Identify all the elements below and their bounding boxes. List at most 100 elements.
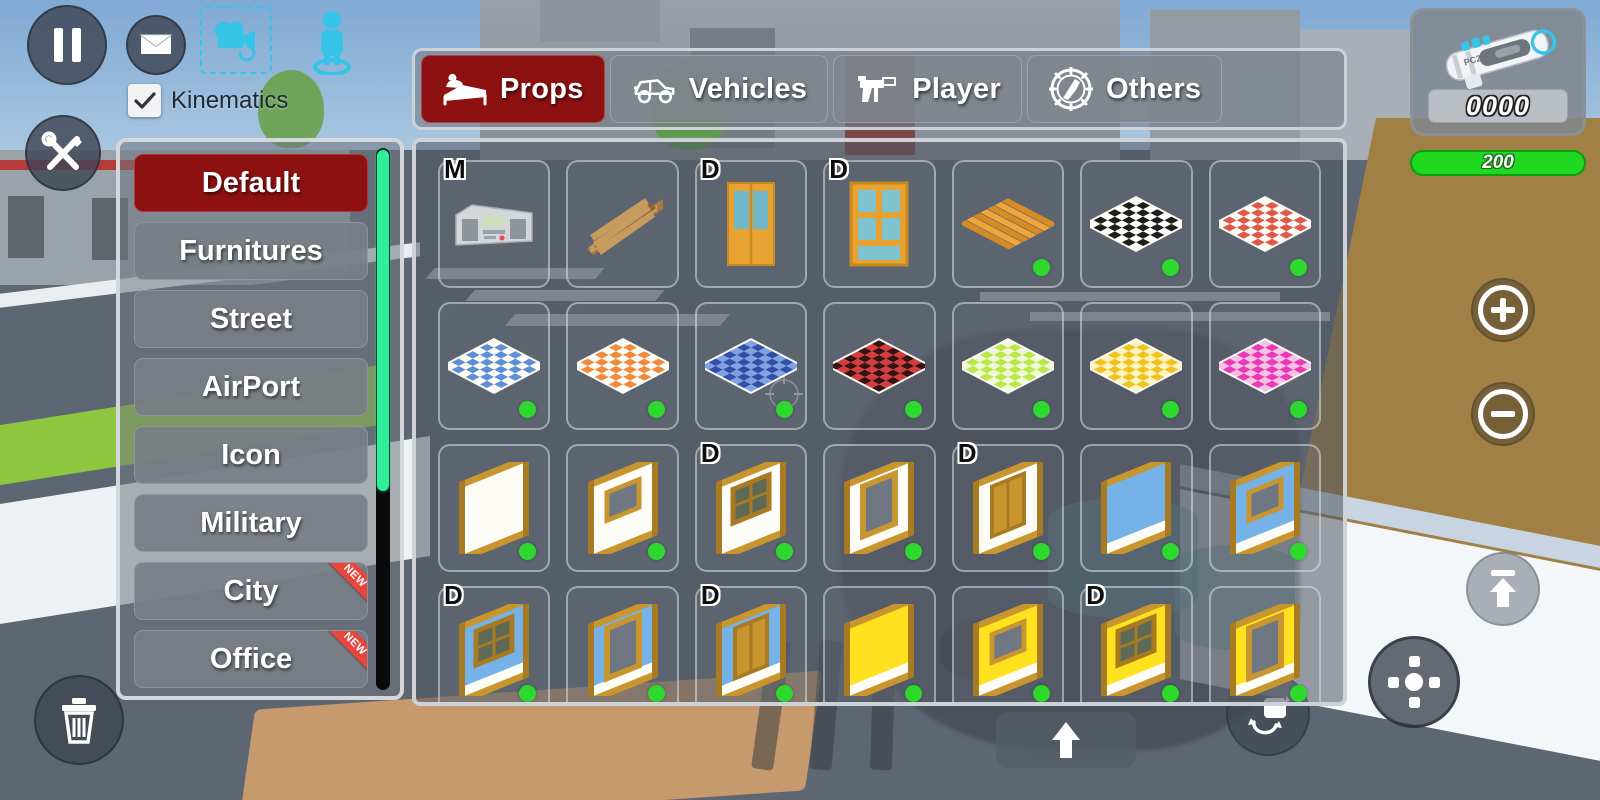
wall-opening-white-icon [575,460,671,556]
item-cell[interactable] [1080,160,1193,288]
category-item-default[interactable]: Default [134,154,368,212]
item-cell[interactable] [438,302,551,430]
item-cell[interactable]: D [694,440,808,572]
item-status-dot [776,543,794,560]
item-cell[interactable]: D [951,440,1065,572]
sidebar-scrollbar-track[interactable] [376,148,390,690]
item-cell[interactable] [823,444,936,572]
forward-button[interactable] [996,712,1136,768]
item-cell[interactable] [566,160,679,288]
item-status-dot [1033,259,1051,276]
item-cell[interactable]: M [438,156,551,288]
category-label: Military [200,506,302,539]
item-grid: M D D D D D D D [416,142,1343,702]
health-bar: 200 [1410,150,1586,176]
kinematics-toggle[interactable]: Kinematics [128,84,288,117]
item-status-dot [1290,259,1307,276]
item-status-dot [776,401,794,418]
checker-floor-blue-light-icon [446,318,542,414]
item-badge: D [700,580,720,610]
category-item-airport[interactable]: AirPort [134,358,368,416]
item-cell[interactable] [951,586,1065,702]
item-status-dot [519,401,537,418]
category-label: Street [209,302,293,335]
move-dpad-button[interactable] [1368,636,1460,728]
dpad-icon [1388,656,1440,708]
item-status-dot [1290,685,1307,702]
wall-plain-white-icon [446,460,542,556]
category-item-city[interactable]: City NEW [134,562,368,620]
item-cell[interactable]: D [694,582,808,702]
kinematics-label: Kinematics [171,86,289,114]
envelope-icon [139,34,173,54]
weapon-slot[interactable]: PC2 0000 [1410,8,1586,136]
item-cell[interactable] [1208,302,1321,430]
mail-button[interactable] [126,15,186,75]
plus-icon [1478,285,1528,335]
tab-vehicles[interactable]: Vehicles [609,55,829,123]
checker-floor-navy-icon [703,318,799,414]
checker-floor-crimson-icon [831,318,927,414]
raise-button[interactable] [1466,552,1540,626]
delete-button[interactable] [34,675,124,765]
tab-player[interactable]: Player [833,55,1023,123]
tab-label: Vehicles [688,72,808,105]
wall-window-yellow-icon [1088,602,1184,698]
tab-props[interactable]: Props [421,55,605,123]
category-label: Furnitures [179,234,323,267]
item-cell[interactable] [951,160,1065,288]
item-cell[interactable]: D [438,582,551,702]
category-item-office[interactable]: Office NEW [134,630,368,688]
category-item-icon[interactable]: Icon [134,426,368,484]
item-cell[interactable] [694,302,808,430]
item-cell[interactable] [951,302,1065,430]
item-cell[interactable] [1208,160,1321,288]
item-status-dot [647,685,665,702]
category-label: Icon [221,438,281,471]
item-status-dot [647,401,665,418]
item-cell[interactable] [823,302,936,430]
tab-others[interactable]: Others [1027,55,1223,123]
category-item-street[interactable]: Street [134,290,368,348]
checker-floor-red-icon [1217,176,1313,272]
item-cell[interactable] [566,444,679,572]
tools-icon [41,131,82,170]
item-cell[interactable] [1208,444,1321,572]
item-cell[interactable] [1080,444,1193,572]
item-cell[interactable] [566,302,679,430]
item-cell[interactable]: D [694,156,808,288]
item-status-dot [1161,543,1179,560]
item-cell[interactable]: D [1080,582,1193,702]
zoom-in-button[interactable] [1471,278,1535,342]
tab-label: Others [1106,72,1202,105]
orange-plank-floor-icon [960,176,1056,272]
category-label: Default [201,166,301,199]
camera-rotate-button[interactable] [200,6,272,74]
tools-button[interactable] [25,115,101,191]
health-value: 200 [1482,152,1514,173]
item-cell[interactable] [1208,586,1321,702]
ammo-value: 0000 [1465,90,1531,121]
pistol-icon [854,69,900,109]
pause-button[interactable] [27,5,107,85]
arrow-up-bar-icon [1490,570,1516,607]
zoom-out-button[interactable] [1471,382,1535,446]
category-item-furnitures[interactable]: Furnitures [134,222,368,280]
checker-floor-magenta-icon [1217,318,1313,414]
video-camera-icon [215,21,256,62]
item-badge: D [700,438,720,468]
weapon-icon: PC2 [1445,29,1557,89]
category-item-military[interactable]: Military [134,494,368,552]
item-cell[interactable] [1080,302,1193,430]
checker-floor-black-icon [1088,176,1184,272]
item-cell[interactable]: D [823,156,936,288]
ammo-counter: 0000 [1428,89,1568,123]
item-cell[interactable] [823,586,936,702]
sidebar-scrollbar-thumb[interactable] [377,150,389,492]
item-cell[interactable] [566,586,679,702]
item-status-dot [1161,685,1179,702]
item-cell[interactable] [438,444,551,572]
wall-window-white-icon [703,460,799,556]
player-spawn-button[interactable] [305,6,359,78]
kinematics-checkbox[interactable] [128,84,161,117]
